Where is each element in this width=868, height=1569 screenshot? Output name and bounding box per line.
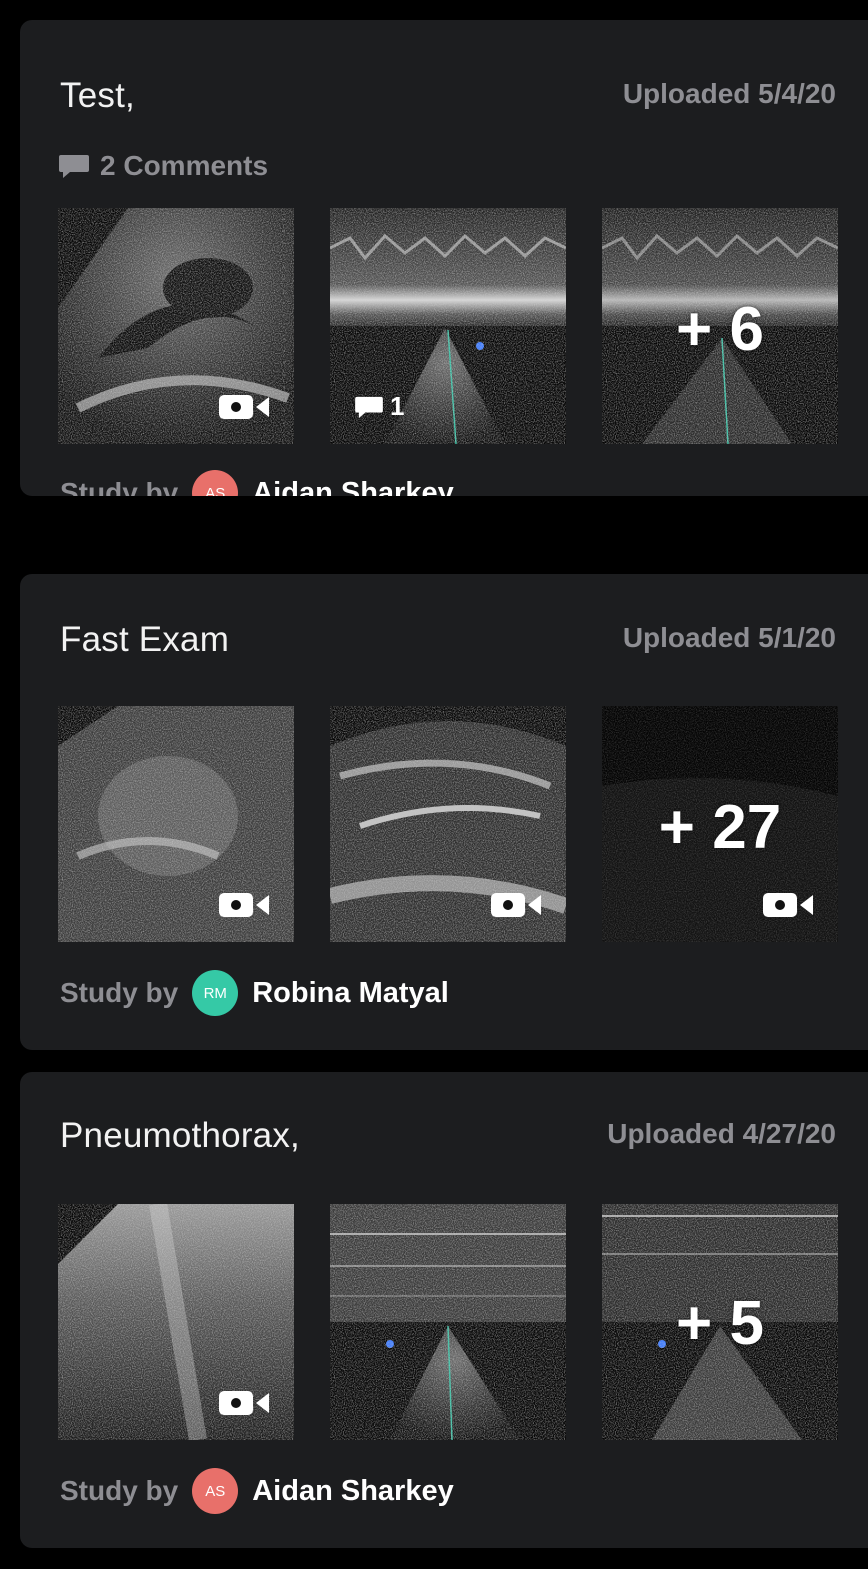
thumbnail-comment-count: 1	[390, 391, 405, 421]
scan-thumbnail[interactable]	[58, 208, 294, 444]
study-title: Pneumothorax,	[60, 1116, 300, 1155]
more-thumbnails[interactable]: + 27	[602, 706, 838, 942]
thumbnail-strip: 1 + 6	[58, 208, 838, 444]
study-feed: Test, Uploaded 5/4/20 2 Comments 1 + 6 S…	[0, 0, 868, 1569]
scan-thumbnail[interactable]	[330, 1204, 566, 1440]
more-thumbnails[interactable]: + 6	[602, 208, 838, 444]
avatar: AS	[192, 1468, 239, 1514]
more-count: + 6	[676, 295, 764, 364]
study-author: Study by AS Aidan Sharkey	[60, 1468, 454, 1514]
study-title: Test,	[60, 76, 135, 115]
more-count: + 5	[676, 1289, 764, 1358]
study-card[interactable]: Fast Exam Uploaded 5/1/20 + 27 Study by …	[20, 574, 868, 1050]
study-title: Fast Exam	[60, 620, 230, 659]
study-by-label: Study by	[60, 1475, 179, 1506]
video-camera-icon	[219, 395, 269, 419]
video-camera-icon	[219, 1391, 269, 1415]
scan-thumbnail[interactable]	[58, 1204, 294, 1440]
comments-count: 2 Comments	[100, 150, 269, 181]
author-name: Robina Matyal	[252, 976, 449, 1009]
scan-thumbnail[interactable]: 1	[330, 208, 566, 444]
avatar: RM	[192, 970, 239, 1016]
avatar: AS	[192, 470, 239, 496]
thumbnail-strip: + 5	[58, 1204, 838, 1440]
more-thumbnails[interactable]: + 5	[602, 1204, 838, 1440]
upload-date: Uploaded 5/1/20	[622, 622, 836, 653]
author-name: Aidan Sharkey	[252, 476, 454, 497]
study-card[interactable]: Pneumothorax, Uploaded 4/27/20 + 5 Study…	[20, 1072, 868, 1548]
video-camera-icon	[763, 893, 813, 917]
study-author: Study by AS Aidan Sharkey	[60, 470, 454, 496]
author-name: Aidan Sharkey	[252, 1474, 454, 1507]
ultrasound-image	[330, 1204, 566, 1440]
thumbnail-comment-badge: 1	[354, 391, 404, 422]
video-camera-icon	[491, 893, 541, 917]
comment-icon	[59, 155, 89, 178]
study-card[interactable]: Test, Uploaded 5/4/20 2 Comments 1 + 6 S…	[20, 20, 868, 496]
more-count: + 27	[658, 793, 782, 862]
study-by-label: Study by	[60, 477, 179, 496]
upload-date: Uploaded 5/4/20	[622, 78, 836, 109]
thumbnail-strip: + 27	[58, 706, 838, 942]
comment-icon	[355, 396, 383, 418]
scan-thumbnail[interactable]	[58, 706, 294, 942]
study-by-label: Study by	[60, 977, 179, 1008]
scan-thumbnail[interactable]	[330, 706, 566, 942]
upload-date: Uploaded 4/27/20	[607, 1118, 836, 1149]
comments-link[interactable]: 2 Comments	[58, 150, 268, 182]
video-camera-icon	[219, 893, 269, 917]
study-author: Study by RM Robina Matyal	[60, 970, 449, 1016]
